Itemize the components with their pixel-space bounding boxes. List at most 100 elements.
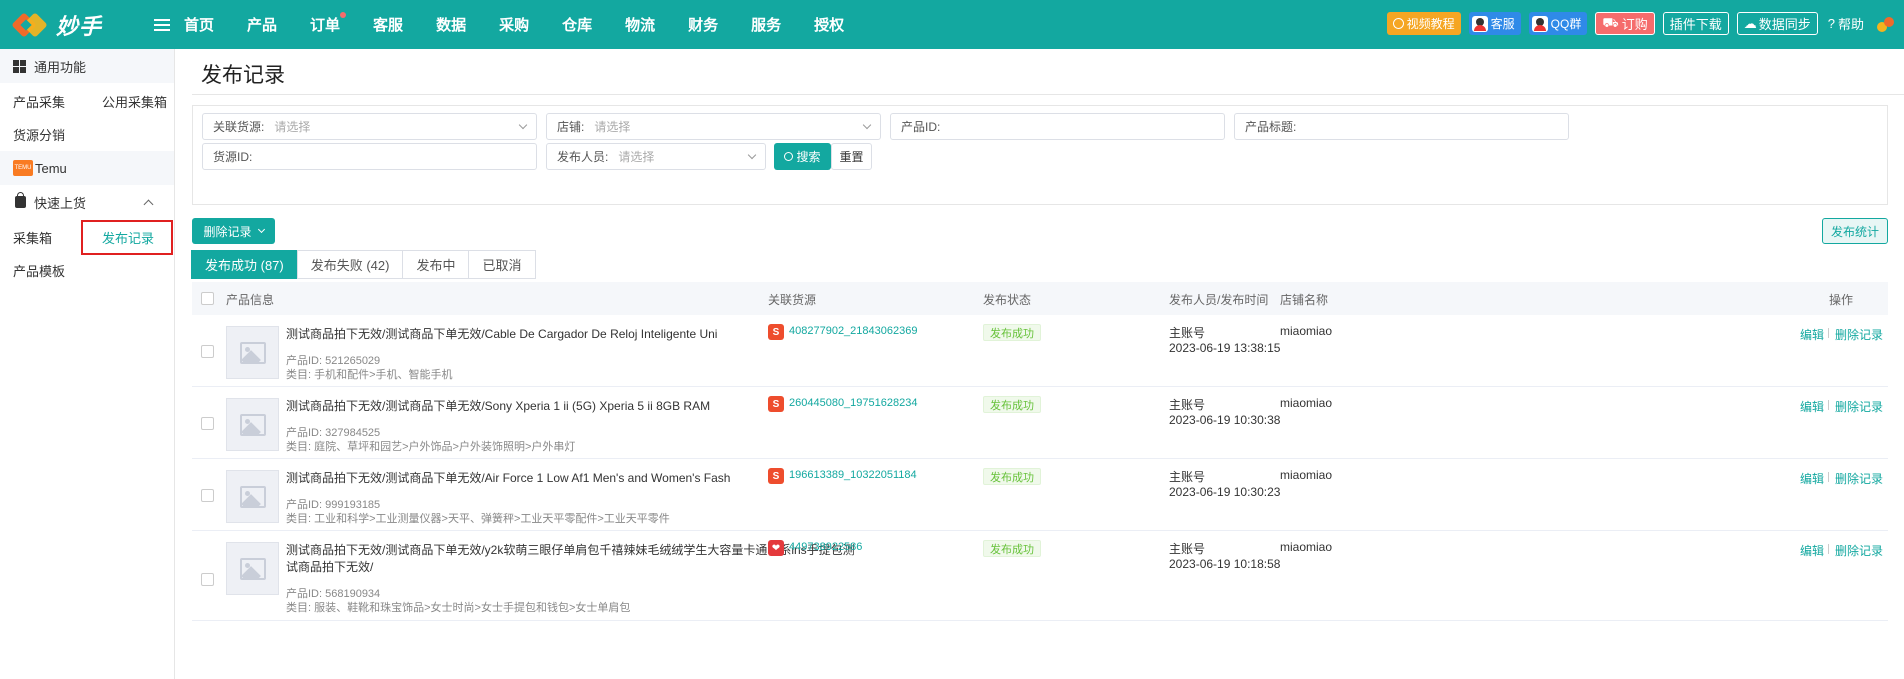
product-title: 测试商品拍下无效/测试商品下单无效/Cable De Cargador De R… [286, 327, 718, 341]
publisher-name: 主账号 [1169, 470, 1206, 484]
source-link[interactable]: 260445080_19751628234 [789, 397, 917, 409]
delete-record-link[interactable]: 删除记录 [1835, 326, 1883, 343]
sidebar-section-quick[interactable]: 快速上货 [0, 185, 174, 219]
product-title-input[interactable]: 产品标题: [1234, 113, 1569, 140]
publisher-select[interactable]: 发布人员: 请选择 [546, 143, 766, 170]
delete-record-link[interactable]: 删除记录 [1835, 542, 1883, 559]
status-badge: 发布成功 [983, 324, 1041, 341]
sidebar-item-public-box[interactable]: 公用采集箱 [102, 92, 167, 111]
top-navbar: 妙手 首页 产品 订单 客服 数据 采购 仓库 物流 财务 服务 授权 视频教程… [0, 0, 1904, 49]
help-icon: ? [1827, 16, 1835, 31]
tab-success[interactable]: 发布成功 (87) [191, 250, 298, 279]
nav-product[interactable]: 产品 [247, 14, 277, 35]
edit-link[interactable]: 编辑 [1800, 326, 1824, 343]
row-checkbox[interactable] [201, 489, 214, 502]
source-link[interactable]: 449738922586 [789, 541, 862, 553]
grid-icon [13, 59, 26, 73]
publisher-select-placeholder: 请选择 [618, 150, 655, 164]
reset-button[interactable]: 重置 [831, 143, 872, 170]
table-row: 测试商品拍下无效/测试商品下单无效/y2k软萌三眼仔单肩包千禧辣妹毛绒绒学生大容… [192, 531, 1888, 621]
divider [192, 94, 1904, 95]
shop-name: miaomiao [1280, 324, 1333, 338]
product-id-input[interactable]: 产品ID: [890, 113, 1225, 140]
nav-data[interactable]: 数据 [436, 14, 466, 35]
row-checkbox[interactable] [201, 573, 214, 586]
product-thumbnail [226, 326, 279, 379]
sidebar-item-distribution[interactable]: 货源分销 [0, 117, 174, 151]
nav-order-label: 订单 [310, 17, 341, 34]
help-button[interactable]: ? 帮助 [1826, 12, 1866, 35]
logo-text: 妙手 [56, 13, 103, 39]
delete-record-link[interactable]: 删除记录 [1835, 470, 1883, 487]
nav-purchase[interactable]: 采购 [499, 14, 529, 35]
image-placeholder-icon [239, 557, 266, 580]
brand-logo-icon [1876, 14, 1896, 34]
qq-group-button[interactable]: QQ群 [1528, 12, 1588, 35]
product-title: 测试商品拍下无效/测试商品下单无效/Sony Xperia 1 ii (5G) … [286, 399, 711, 413]
chevron-down-icon [257, 225, 265, 234]
customer-service-button[interactable]: 客服 [1468, 12, 1521, 35]
product-thumbnail [226, 470, 279, 523]
shopee-icon: S [768, 396, 784, 412]
tab-cancelled[interactable]: 已取消 [468, 250, 536, 279]
header-source: 关联货源 [768, 293, 817, 307]
source-select[interactable]: 关联货源: 请选择 [202, 113, 537, 140]
product-category: 类目: 工业和科学>工业测量仪器>天平、弹簧秤>工业天平零配件>工业天平零件 [286, 513, 670, 525]
shop-select[interactable]: 店铺: 请选择 [546, 113, 881, 140]
source-select-placeholder: 请选择 [274, 120, 311, 134]
nav-finance[interactable]: 财务 [688, 14, 718, 35]
sidebar-item-collect[interactable]: 产品采集 [13, 92, 65, 111]
edit-link[interactable]: 编辑 [1800, 398, 1824, 415]
source-link[interactable]: 408277902_21843062369 [789, 325, 917, 337]
sidebar-section-common[interactable]: 通用功能 [0, 49, 174, 83]
publish-time: 2023-06-19 10:30:38 [1169, 413, 1281, 427]
nav-services[interactable]: 服务 [751, 14, 781, 35]
app-logo[interactable]: 妙手 [0, 9, 150, 41]
nav-service[interactable]: 客服 [373, 14, 403, 35]
product-id-label: 产品ID: [901, 120, 941, 134]
publish-stats-button[interactable]: 发布统计 [1822, 218, 1888, 244]
nav-auth[interactable]: 授权 [814, 14, 844, 35]
search-icon [784, 152, 794, 161]
sidebar-item-temu[interactable]: TEMU Temu [0, 151, 174, 185]
pinduoduo-icon: ❤ [768, 540, 784, 556]
nav-logistics[interactable]: 物流 [625, 14, 655, 35]
nav-order[interactable]: 订单 [310, 12, 347, 35]
edit-link[interactable]: 编辑 [1800, 470, 1824, 487]
product-thumbnail [226, 398, 279, 451]
tab-publishing[interactable]: 发布中 [402, 250, 470, 279]
divider [1828, 328, 1829, 338]
video-tutorial-button[interactable]: 视频教程 [1386, 12, 1461, 35]
row-checkbox[interactable] [201, 345, 214, 358]
qq-avatar-icon [1471, 15, 1488, 32]
shop-name: miaomiao [1280, 396, 1333, 410]
subscribe-button[interactable]: ⛟ 订购 [1595, 12, 1655, 35]
nav-warehouse[interactable]: 仓库 [562, 14, 592, 35]
delete-records-dropdown[interactable]: 删除记录 [192, 218, 275, 244]
cloud-icon: ☁ [1743, 15, 1757, 31]
data-sync-label: 数据同步 [1758, 17, 1811, 32]
source-link[interactable]: 196613389_10322051184 [789, 469, 917, 481]
product-title-label: 产品标题: [1245, 120, 1297, 134]
plugin-download-button[interactable]: 插件下载 [1662, 12, 1729, 35]
sidebar-item-template[interactable]: 产品模板 [0, 253, 174, 287]
delete-record-link[interactable]: 删除记录 [1835, 398, 1883, 415]
image-placeholder-icon [239, 413, 266, 436]
customer-service-label: 客服 [1490, 17, 1515, 31]
tab-failed[interactable]: 发布失败 (42) [296, 250, 404, 279]
select-all-checkbox[interactable] [201, 292, 214, 305]
hamburger-menu-icon[interactable] [154, 18, 170, 31]
status-tabs: 发布成功 (87) 发布失败 (42) 发布中 已取消 [191, 250, 536, 279]
video-tutorial-label: 视频教程 [1406, 17, 1455, 31]
sidebar-item-box[interactable]: 采集箱 [13, 228, 52, 247]
data-sync-button[interactable]: ☁ 数据同步 [1736, 12, 1818, 35]
nav-home[interactable]: 首页 [184, 14, 214, 35]
sidebar-row-collect: 产品采集 公用采集箱 [0, 83, 174, 117]
row-checkbox[interactable] [201, 417, 214, 430]
chevron-down-icon [862, 120, 872, 130]
qq-group-icon [1531, 15, 1548, 32]
search-button[interactable]: 搜索 [774, 143, 831, 170]
publisher-name: 主账号 [1169, 398, 1206, 412]
edit-link[interactable]: 编辑 [1800, 542, 1824, 559]
source-id-input[interactable]: 货源ID: [202, 143, 537, 170]
